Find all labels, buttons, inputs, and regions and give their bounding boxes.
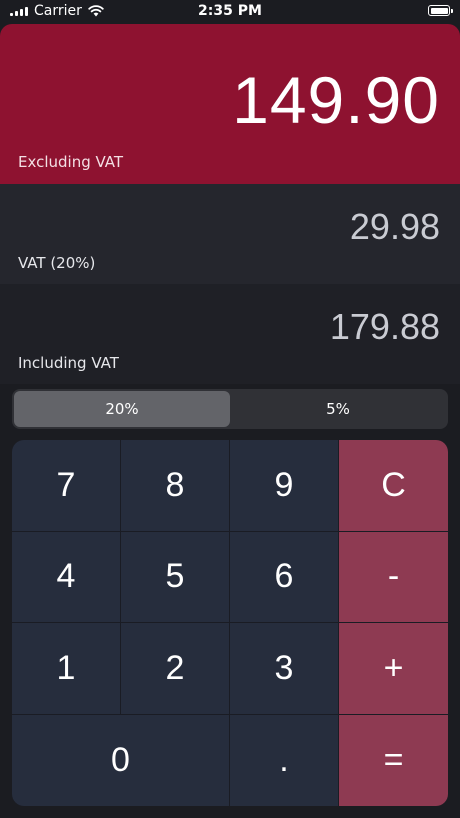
plus-button[interactable]: + [339,623,448,715]
decimal-point-button[interactable]: . [230,714,339,806]
key-4[interactable]: 4 [12,531,121,623]
key-6[interactable]: 6 [230,531,339,623]
clear-button[interactable]: C [339,440,448,532]
vat-value: 29.98 [349,206,440,247]
key-5[interactable]: 5 [121,531,230,623]
key-8[interactable]: 8 [121,440,230,532]
key-1[interactable]: 1 [12,623,121,715]
excluding-vat-value: 149.90 [232,63,440,137]
rate-option-5[interactable]: 5% [230,391,446,427]
status-bar: Carrier 2:35 PM [0,0,460,24]
equals-button[interactable]: = [339,714,448,806]
key-2[interactable]: 2 [121,623,230,715]
battery-icon [428,5,453,16]
battery-fill [430,7,448,14]
vat-panel[interactable]: 29.98 VAT (20%) [0,184,460,284]
keypad: 7 8 9 C 4 5 6 - 1 2 3 + 0 . = [12,440,448,806]
including-vat-value: 179.88 [329,306,440,347]
key-0[interactable]: 0 [12,714,230,806]
vat-label: VAT (20%) [18,254,96,272]
excluding-vat-label: Excluding VAT [18,153,124,171]
calculator-screen: Carrier 2:35 PM 149.90 Excluding VAT 29.… [0,0,460,818]
key-3[interactable]: 3 [230,623,339,715]
key-9[interactable]: 9 [230,440,339,532]
including-vat-panel[interactable]: 179.88 Including VAT [0,284,460,384]
including-vat-label: Including VAT [18,354,119,372]
rate-option-20[interactable]: 20% [14,391,230,427]
key-7[interactable]: 7 [12,440,121,532]
excluding-vat-panel[interactable]: 149.90 Excluding VAT [0,24,460,184]
minus-button[interactable]: - [339,531,448,623]
vat-rate-selector: 20% 5% [12,389,448,429]
status-time: 2:35 PM [198,3,262,19]
